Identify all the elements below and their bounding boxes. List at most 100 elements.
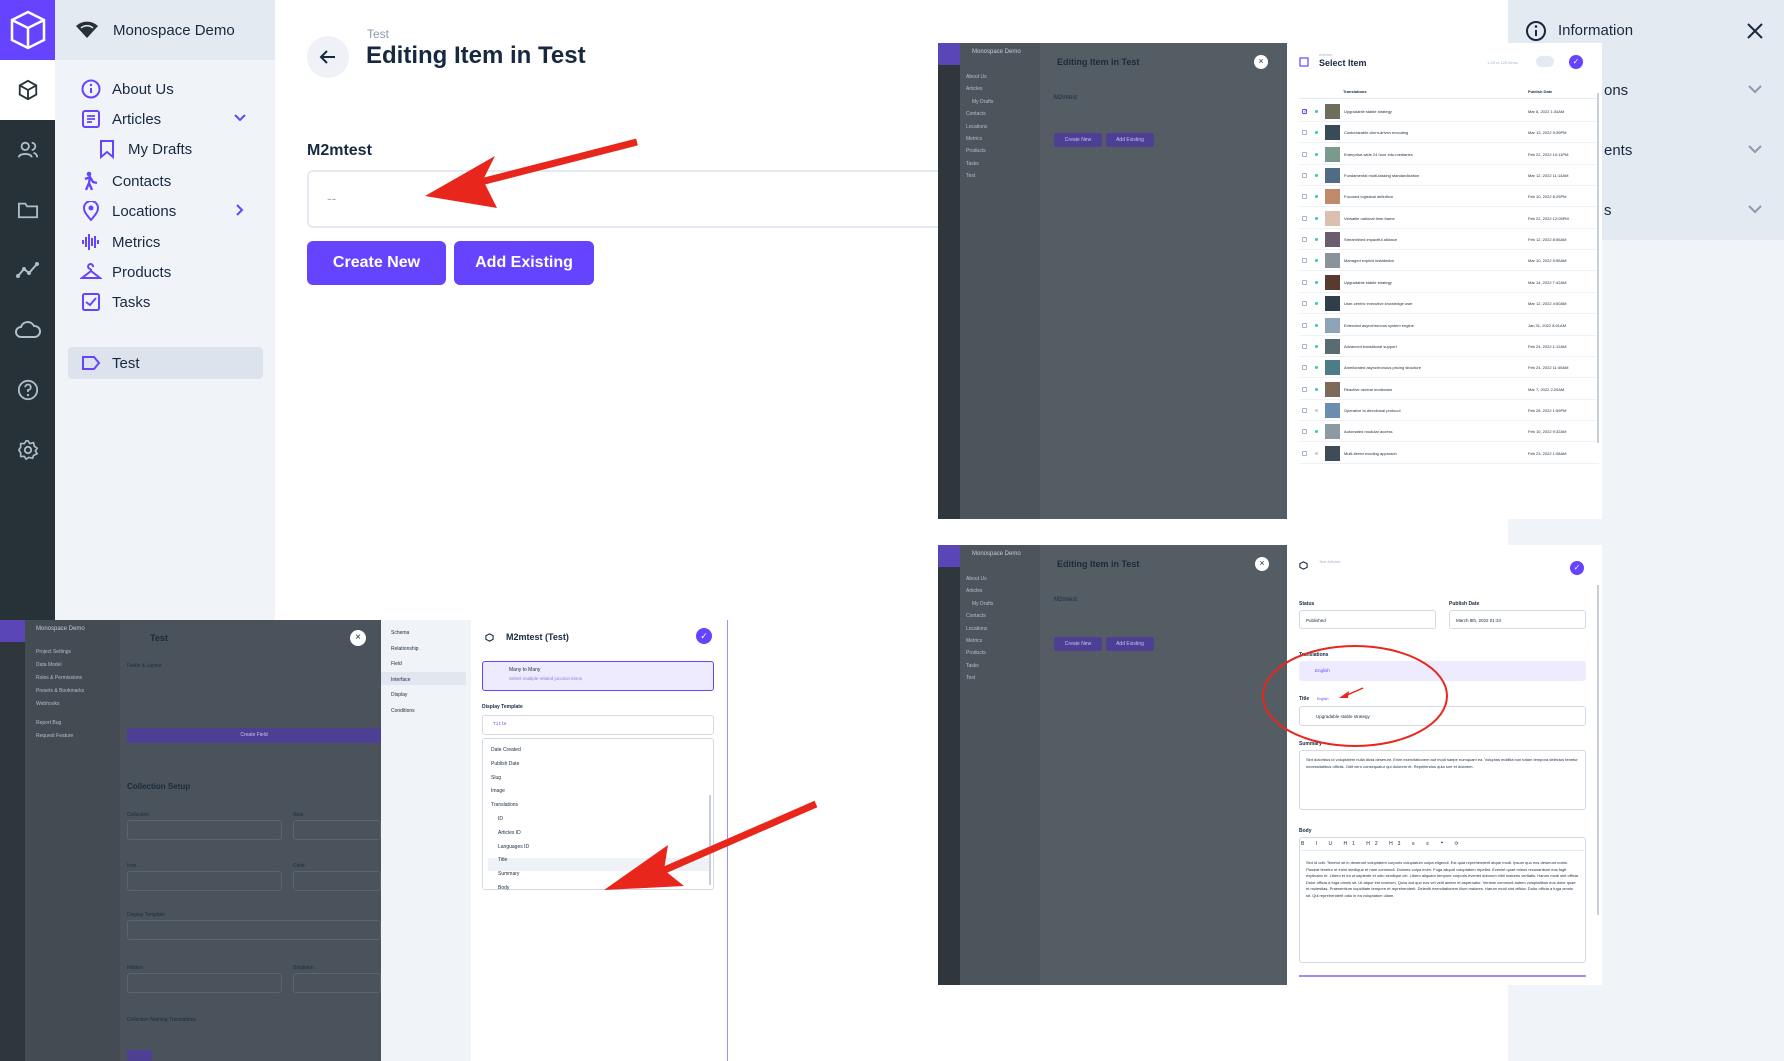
row-date: Feb 22, 2022 10:11PM — [1528, 151, 1569, 157]
help-module-button[interactable] — [0, 360, 55, 420]
chevron-down-icon[interactable] — [233, 111, 247, 125]
row-checkbox[interactable] — [1302, 429, 1307, 435]
row-checkbox[interactable] — [1302, 151, 1307, 157]
nav-item-locations[interactable]: Locations — [68, 195, 263, 227]
row-title: Extended asynchronous system engine — [1344, 322, 1414, 328]
table-row[interactable]: Enterprise-wide 24 hour info-mediaries Fe… — [1299, 144, 1599, 165]
nav-item-tasks[interactable]: Tasks — [68, 286, 263, 318]
table-row[interactable]: Advanced transitional support Feb 24, 202… — [1299, 336, 1599, 357]
row-checkbox[interactable] — [1302, 215, 1307, 221]
row-checkbox[interactable]: ✓ — [1302, 109, 1307, 115]
table-row[interactable]: User-centric executive knowledge user Mar… — [1299, 293, 1599, 315]
wifi-logo-icon — [76, 21, 98, 38]
users-module-button[interactable] — [0, 120, 55, 180]
thumbnail-image — [1325, 189, 1340, 205]
thumbnail-image — [1325, 338, 1340, 354]
thumbnail-image — [1325, 360, 1340, 376]
row-date: Feb 12, 2022 8:56AM — [1528, 237, 1567, 243]
cloud-module-button[interactable] — [0, 300, 55, 360]
row-title: Upgradable stable strategy — [1344, 109, 1392, 114]
chevron-right-icon[interactable] — [233, 203, 247, 217]
status-dot — [1315, 238, 1318, 242]
row-checkbox[interactable] — [1302, 343, 1307, 349]
box-icon — [18, 79, 37, 101]
breadcrumb[interactable]: Test — [367, 27, 389, 41]
table-row[interactable]: ✓ Upgradable stable strategy Mar 8, 2022 1… — [1299, 101, 1599, 122]
table-row[interactable]: Fundamental multi-tasking standardizatio… — [1299, 165, 1599, 187]
row-checkbox[interactable] — [1302, 407, 1307, 413]
annotation-arrow-2 — [604, 800, 818, 890]
thumbnail-image — [1325, 125, 1340, 141]
row-date: Jan 31, 2022 8:01AM — [1528, 322, 1567, 328]
table-row[interactable]: Versatile national time-frame Feb 22, 202… — [1299, 208, 1599, 229]
field-label: M2mtest — [307, 142, 372, 159]
row-checkbox[interactable] — [1302, 322, 1307, 328]
table-row[interactable]: Multi-tiered exuding approach Feb 23, 202… — [1299, 443, 1599, 464]
thumbnail-image — [1325, 210, 1340, 226]
add-existing-button[interactable]: Add Existing — [454, 241, 594, 285]
cube-logo-icon — [10, 10, 45, 50]
table-row[interactable]: Extended asynchronous system engine Jan 3… — [1299, 315, 1599, 336]
close-icon[interactable] — [1746, 22, 1764, 40]
confirm-check-icon: ✓ — [696, 628, 712, 644]
status-dot — [1315, 430, 1318, 434]
table-row[interactable]: Ameliorated asynchronous pricing structu… — [1299, 357, 1599, 379]
content-module-button[interactable] — [0, 60, 55, 120]
field-setup-tabs: Schema Relationship Field Interface Display C… — [381, 620, 471, 1061]
nav-item-label: Test — [112, 354, 140, 372]
table-row[interactable]: Customizable client-driven encoding Mar 1… — [1299, 122, 1599, 144]
nav-item-metrics[interactable]: Metrics — [68, 226, 263, 258]
row-checkbox[interactable] — [1302, 301, 1307, 307]
nav-item-about-us[interactable]: About Us — [68, 73, 263, 105]
row-date: Mar 12, 2022 4:50AM — [1528, 301, 1567, 307]
files-module-button[interactable] — [0, 180, 55, 240]
status-dot — [1315, 110, 1318, 113]
nav-item-label: Locations — [112, 202, 177, 220]
row-checkbox[interactable] — [1302, 258, 1307, 264]
status-dot — [1315, 280, 1318, 284]
row-checkbox[interactable] — [1302, 130, 1307, 136]
row-date: Feb 10, 2022 8:25PM — [1528, 194, 1567, 200]
status-dot — [1315, 302, 1318, 306]
project-header[interactable]: Monospace Demo — [55, 0, 275, 60]
sidebar-title: Information — [1558, 22, 1634, 39]
insights-module-button[interactable] — [0, 240, 55, 300]
thumbnail-image — [1325, 445, 1340, 461]
row-date: Feb 28, 2022 1:59PM — [1528, 407, 1567, 413]
row-checkbox[interactable] — [1302, 365, 1307, 371]
table-row[interactable]: Upgradable stable strategy Mar 14, 2022 7… — [1299, 272, 1599, 293]
hanger-icon — [80, 261, 102, 283]
table-row[interactable]: Reactive neutral moderator Mar 7, 2022 2:… — [1299, 379, 1599, 400]
table-row[interactable]: Streamlined impactful alliance Feb 12, 20… — [1299, 229, 1599, 251]
row-checkbox[interactable] — [1302, 450, 1307, 456]
back-button[interactable] — [307, 36, 349, 78]
nav-item-articles[interactable]: Articles — [68, 103, 263, 135]
table-row[interactable]: Managed explicit installation Mar 10, 202… — [1299, 250, 1599, 272]
help-icon — [17, 379, 38, 401]
create-new-button[interactable]: Create New — [307, 241, 446, 285]
nav-item-label: Products — [112, 263, 172, 281]
nav-item-test[interactable]: Test — [68, 347, 263, 379]
nav-item-my-drafts[interactable]: My Drafts — [84, 133, 263, 165]
chevron-down-icon — [1748, 145, 1762, 154]
row-date: Feb 23, 2022 1:08AM — [1528, 450, 1567, 456]
nav-item-label: About Us — [112, 80, 174, 98]
table-row[interactable]: Operative bi-directional protocol Feb 28,… — [1299, 400, 1599, 421]
row-title: Operative bi-directional protocol — [1344, 407, 1401, 413]
status-dot — [1315, 152, 1318, 156]
app-logo[interactable] — [0, 0, 55, 60]
row-checkbox[interactable] — [1302, 237, 1307, 243]
nav-item-products[interactable]: Products — [68, 256, 263, 288]
row-checkbox[interactable] — [1302, 194, 1307, 200]
nav-item-contacts[interactable]: Contacts — [68, 165, 263, 197]
row-title: Focused logistical definition — [1344, 194, 1393, 200]
annotation-circle — [1262, 645, 1448, 747]
row-checkbox[interactable] — [1302, 279, 1307, 285]
table-row[interactable]: Automated modular access Feb 10, 2022 9:3… — [1299, 421, 1599, 443]
box-icon — [485, 633, 494, 642]
row-date: Mar 7, 2022 2:20AM — [1528, 386, 1565, 392]
row-checkbox[interactable] — [1302, 386, 1307, 392]
settings-module-button[interactable] — [0, 420, 55, 480]
table-row[interactable]: Focused logistical definition Feb 10, 202… — [1299, 186, 1599, 208]
row-checkbox[interactable] — [1302, 173, 1307, 179]
